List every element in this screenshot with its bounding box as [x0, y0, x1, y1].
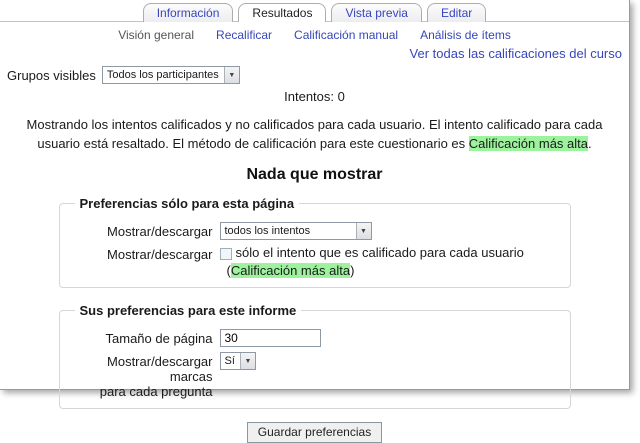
- page-preferences-fieldset: Preferencias sólo para esta página Mostr…: [59, 196, 571, 288]
- show-marks-select[interactable]: Sí ▼: [220, 352, 256, 370]
- paren-close: ): [350, 263, 354, 278]
- page-preferences-legend: Preferencias sólo para esta página: [75, 196, 300, 211]
- tab-informacion[interactable]: Información: [143, 3, 234, 22]
- quiz-report-window: Información Resultados Vista previa Edit…: [0, 0, 630, 390]
- page-size-label: Tamaño de página: [70, 329, 220, 346]
- attempts-count: Intentos: 0: [0, 89, 629, 104]
- grading-method-highlight: Calificación más alta: [469, 136, 588, 151]
- subnav-link-analisis-de-items[interactable]: Análisis de ítems: [420, 28, 511, 42]
- grading-method-note: (Calificación más alta): [227, 263, 560, 278]
- subnav-current-vision-general: Visión general: [118, 28, 194, 42]
- graded-attempt-only-checkbox-label: sólo el intento que es calificado para c…: [236, 245, 524, 260]
- visible-groups-label: Grupos visibles: [7, 68, 96, 83]
- save-preferences-button[interactable]: Guardar preferencias: [247, 422, 382, 443]
- tab-resultados[interactable]: Resultados: [238, 3, 326, 22]
- dropdown-arrow-icon: ▼: [224, 67, 239, 83]
- report-preferences-legend: Sus preferencias para este informe: [75, 303, 302, 318]
- visible-groups-selected-value: Todos los participantes: [103, 67, 224, 83]
- nothing-to-show-heading: Nada que mostrar: [0, 166, 629, 184]
- subnav-link-recalificar[interactable]: Recalificar: [216, 28, 272, 42]
- grading-notice-period: .: [588, 136, 592, 151]
- view-all-grades-link[interactable]: Ver todas las calificaciones del curso: [410, 46, 622, 61]
- report-preferences-fieldset: Sus preferencias para este informe Tamañ…: [59, 303, 571, 409]
- tab-bar: Información Resultados Vista previa Edit…: [0, 0, 629, 22]
- subnav-link-calificacion-manual[interactable]: Calificación manual: [294, 28, 398, 42]
- tab-editar[interactable]: Editar: [427, 3, 486, 22]
- grading-notice: Mostrando los intentos calificados y no …: [12, 115, 617, 153]
- dropdown-arrow-icon: ▼: [240, 353, 255, 369]
- grading-method-highlight: Calificación más alta: [231, 263, 350, 278]
- visible-groups-select[interactable]: Todos los participantes ▼: [102, 66, 240, 84]
- attempts-display-selected-value: todos los intentos: [221, 223, 316, 239]
- show-marks-label: Mostrar/descargar marcaspara cada pregun…: [70, 352, 220, 399]
- attempts-display-select[interactable]: todos los intentos ▼: [220, 222, 372, 240]
- show-marks-label-line1: Mostrar/descargar marcas: [107, 354, 212, 384]
- show-download-label-2: Mostrar/descargar: [70, 245, 220, 262]
- graded-attempt-only-checkbox[interactable]: [220, 248, 232, 260]
- tab-vista-previa[interactable]: Vista previa: [331, 3, 421, 22]
- page-size-input[interactable]: [220, 329, 321, 347]
- dropdown-arrow-icon: ▼: [356, 223, 371, 239]
- report-subnav: Visión general Recalificar Calificación …: [0, 28, 629, 42]
- show-marks-label-line2: para cada pregunta: [100, 384, 213, 399]
- show-download-label: Mostrar/descargar: [70, 222, 220, 239]
- show-marks-selected-value: Sí: [221, 353, 240, 369]
